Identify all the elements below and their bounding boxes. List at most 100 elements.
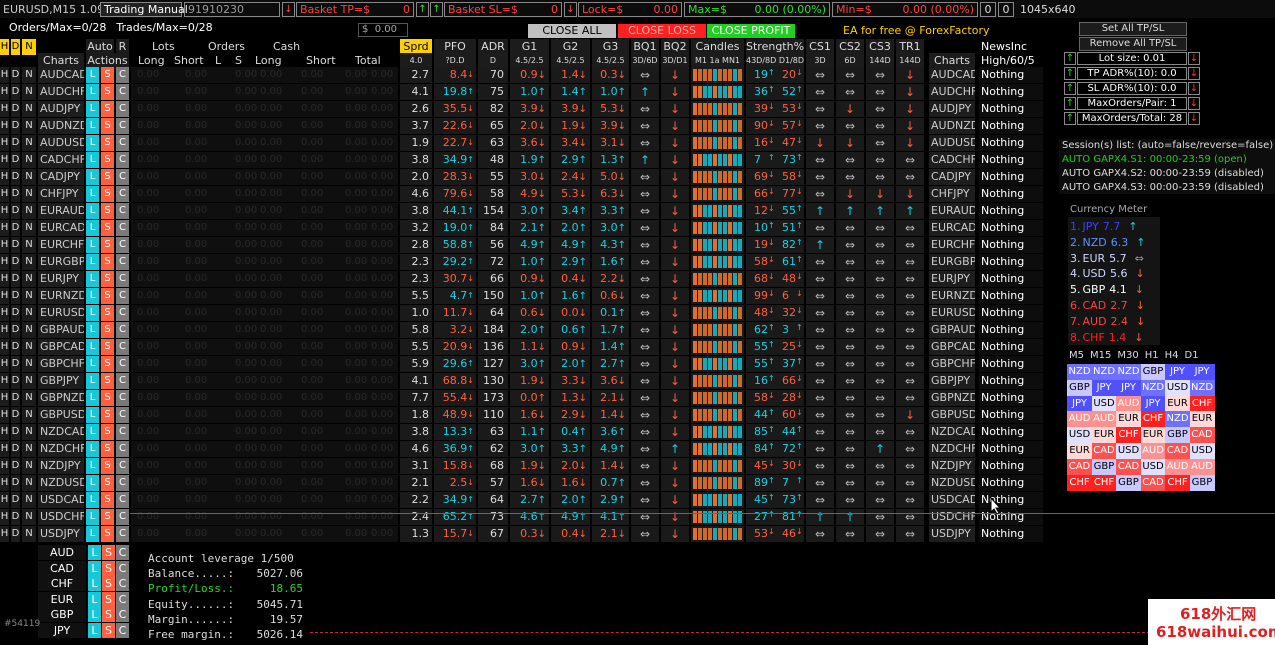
buy-button[interactable]: L bbox=[86, 152, 99, 168]
h-button[interactable]: H bbox=[0, 390, 9, 406]
buy-button[interactable]: L bbox=[86, 271, 99, 287]
h-button[interactable]: H bbox=[0, 169, 9, 185]
currency-sell-button[interactable]: S bbox=[102, 576, 115, 591]
pair-chart-button-right[interactable]: AUDJPY bbox=[929, 101, 975, 117]
close-profit-button[interactable]: CLOSE PROFIT bbox=[707, 24, 795, 38]
n-button[interactable]: N bbox=[22, 424, 36, 440]
buy-button[interactable]: L bbox=[86, 118, 99, 134]
h-button[interactable]: H bbox=[0, 322, 9, 338]
close-button[interactable]: C bbox=[116, 458, 129, 474]
sell-button[interactable]: S bbox=[101, 169, 114, 185]
n-button[interactable]: N bbox=[22, 475, 36, 491]
d-button[interactable]: D bbox=[11, 101, 20, 117]
buy-button[interactable]: L bbox=[86, 220, 99, 236]
h-button[interactable]: H bbox=[0, 526, 9, 542]
close-button[interactable]: C bbox=[116, 237, 129, 253]
basket-tp-field[interactable]: Basket TP=$ 0 bbox=[296, 1, 414, 17]
buy-button[interactable]: L bbox=[86, 356, 99, 372]
buy-button[interactable]: L bbox=[86, 339, 99, 355]
max-orders-pair-down-icon[interactable]: ↓ bbox=[1188, 97, 1200, 110]
sl-adr-down-icon[interactable]: ↓ bbox=[1188, 82, 1200, 95]
lot-size-up-icon[interactable]: ↑ bbox=[1064, 52, 1076, 65]
n-button[interactable]: N bbox=[22, 118, 36, 134]
close-button[interactable]: C bbox=[116, 169, 129, 185]
basket-tp-down-arrow-icon[interactable]: ↓ bbox=[282, 1, 295, 17]
buy-button[interactable]: L bbox=[86, 169, 99, 185]
buy-button[interactable]: L bbox=[86, 509, 99, 525]
pair-chart-button-right[interactable]: USDJPY bbox=[929, 526, 975, 542]
pair-chart-button-right[interactable]: AUDCAD bbox=[929, 67, 975, 83]
close-button[interactable]: C bbox=[116, 186, 129, 202]
pair-chart-button-right[interactable]: CADJPY bbox=[929, 169, 975, 185]
max-orders-total-up-icon[interactable]: ↑ bbox=[1064, 112, 1076, 125]
set-all-tp-sl-button[interactable]: Set All TP/SL bbox=[1079, 22, 1187, 36]
n-button[interactable]: N bbox=[22, 441, 36, 457]
close-button[interactable]: C bbox=[116, 424, 129, 440]
tp-adr-down-icon[interactable]: ↓ bbox=[1188, 67, 1200, 80]
pair-chart-button[interactable]: AUDCAD bbox=[38, 67, 84, 83]
sell-button[interactable]: S bbox=[101, 220, 114, 236]
pair-chart-button[interactable]: EURUSD bbox=[38, 305, 84, 321]
currency-buy-button[interactable]: L bbox=[88, 545, 101, 560]
n-button[interactable]: N bbox=[22, 67, 36, 83]
h-button[interactable]: H bbox=[0, 509, 9, 525]
sell-button[interactable]: S bbox=[101, 118, 114, 134]
close-button[interactable]: C bbox=[116, 339, 129, 355]
pair-chart-button[interactable]: GBPNZD bbox=[38, 390, 84, 406]
pair-chart-button[interactable]: EURCAD bbox=[38, 220, 84, 236]
pair-chart-button-right[interactable]: GBPAUD bbox=[929, 322, 975, 338]
max-orders-total-field[interactable]: MaxOrders/Total: 28 bbox=[1077, 112, 1187, 125]
pair-chart-button-right[interactable]: EURCHF bbox=[929, 237, 975, 253]
currency-sell-button[interactable]: S bbox=[102, 591, 115, 607]
max-orders-pair-up-icon[interactable]: ↑ bbox=[1064, 97, 1076, 110]
currency-buy-button[interactable]: L bbox=[88, 622, 101, 638]
pair-chart-button[interactable]: USDJPY bbox=[38, 526, 84, 542]
pair-chart-button-right[interactable]: NZDCAD bbox=[929, 424, 975, 440]
h-button[interactable]: H bbox=[0, 424, 9, 440]
pair-chart-button-right[interactable]: GBPJPY bbox=[929, 373, 975, 389]
pair-chart-button[interactable]: AUDNZD bbox=[38, 118, 84, 134]
pair-chart-button-right[interactable]: GBPUSD bbox=[929, 407, 975, 423]
sell-button[interactable]: S bbox=[101, 492, 114, 508]
n-button[interactable]: N bbox=[22, 509, 36, 525]
pair-chart-button-right[interactable]: USDCAD bbox=[929, 492, 975, 508]
sell-button[interactable]: S bbox=[101, 271, 114, 287]
d-button[interactable]: D bbox=[11, 288, 20, 304]
h-button[interactable]: H bbox=[0, 407, 9, 423]
sell-button[interactable]: S bbox=[101, 67, 114, 83]
n-button[interactable]: N bbox=[22, 237, 36, 253]
close-button[interactable]: C bbox=[116, 254, 129, 270]
sell-button[interactable]: S bbox=[101, 390, 114, 406]
currency-close-button[interactable]: C bbox=[116, 607, 129, 622]
close-button[interactable]: C bbox=[116, 373, 129, 389]
pair-chart-button[interactable]: NZDUSD bbox=[38, 475, 84, 491]
sell-button[interactable]: S bbox=[101, 509, 114, 525]
close-button[interactable]: C bbox=[116, 322, 129, 338]
currency-sell-button[interactable]: S bbox=[102, 545, 115, 560]
pair-chart-button[interactable]: GBPUSD bbox=[38, 407, 84, 423]
buy-button[interactable]: L bbox=[86, 186, 99, 202]
buy-button[interactable]: L bbox=[86, 135, 99, 151]
pair-chart-button[interactable]: EURNZD bbox=[38, 288, 84, 304]
sell-button[interactable]: S bbox=[101, 424, 114, 440]
sell-button[interactable]: S bbox=[101, 458, 114, 474]
pair-chart-button[interactable]: EURAUD bbox=[38, 203, 84, 219]
h-button[interactable]: H bbox=[0, 441, 9, 457]
d-button[interactable]: D bbox=[11, 492, 20, 508]
h-button[interactable]: H bbox=[0, 67, 9, 83]
pair-chart-button-right[interactable]: GBPNZD bbox=[929, 390, 975, 406]
close-button[interactable]: C bbox=[116, 288, 129, 304]
basket-sl-down-arrow-icon[interactable]: ↓ bbox=[564, 1, 577, 17]
currency-sell-button[interactable]: S bbox=[102, 622, 115, 638]
pair-chart-button[interactable]: AUDJPY bbox=[38, 101, 84, 117]
d-button[interactable]: D bbox=[11, 84, 20, 100]
sell-button[interactable]: S bbox=[101, 305, 114, 321]
d-button[interactable]: D bbox=[11, 509, 20, 525]
buy-button[interactable]: L bbox=[86, 254, 99, 270]
pair-chart-button[interactable]: GBPAUD bbox=[38, 322, 84, 338]
close-all-button[interactable]: CLOSE ALL bbox=[528, 24, 616, 38]
pair-chart-button-right[interactable]: USDCHF bbox=[929, 509, 975, 525]
lot-size-down-icon[interactable]: ↓ bbox=[1188, 52, 1200, 65]
buy-button[interactable]: L bbox=[86, 203, 99, 219]
currency-buy-button[interactable]: L bbox=[88, 591, 101, 607]
